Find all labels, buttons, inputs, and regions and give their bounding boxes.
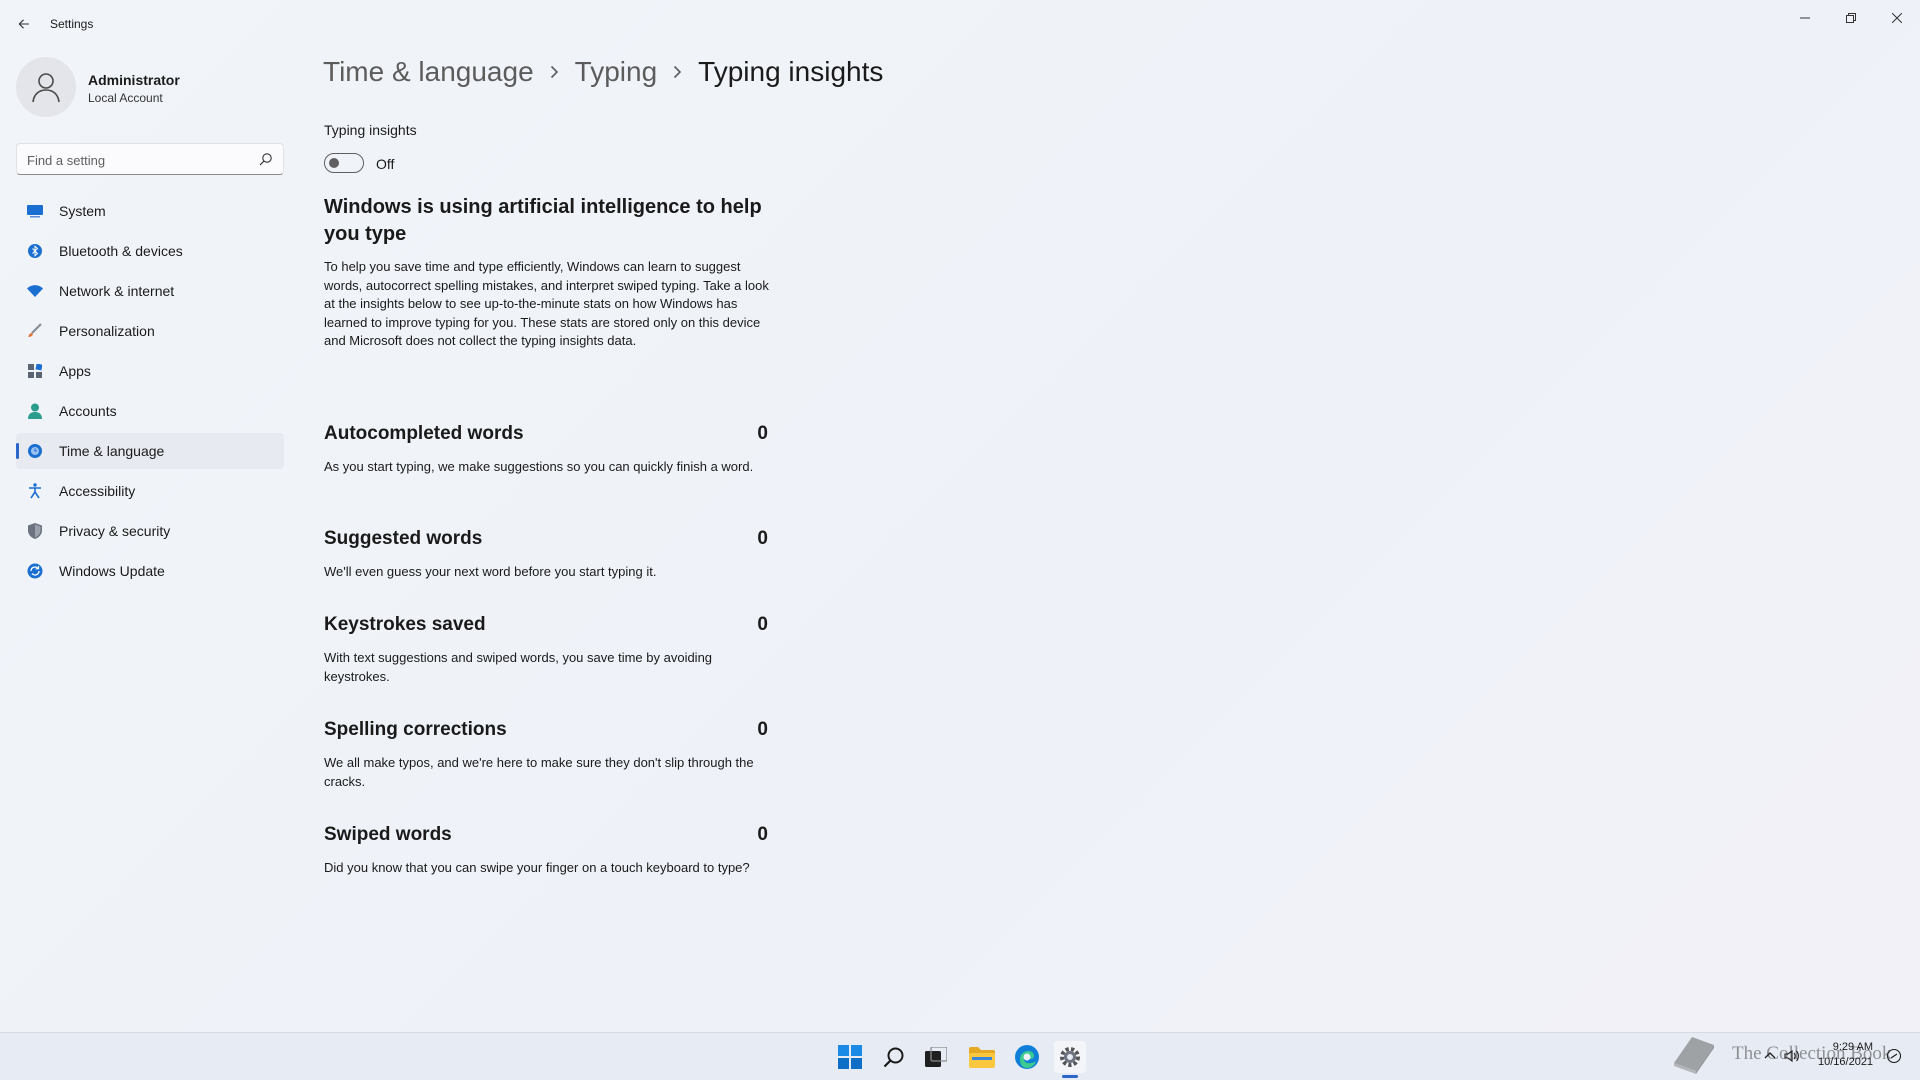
sidebar-item-apps[interactable]: Apps xyxy=(16,353,284,389)
accessibility-icon xyxy=(27,483,43,499)
task-view-icon xyxy=(925,1047,947,1067)
toggle-state-text: Off xyxy=(376,156,395,172)
typing-insights-label: Typing insights xyxy=(324,122,417,138)
user-profile[interactable]: Administrator Local Account xyxy=(16,57,286,117)
search-icon xyxy=(883,1047,904,1068)
chevron-right-icon xyxy=(550,65,559,79)
stat-value: 0 xyxy=(757,614,768,635)
stat-description: Did you know that you can swipe your fin… xyxy=(324,860,750,875)
search-input[interactable] xyxy=(27,150,247,170)
task-view-button[interactable] xyxy=(920,1041,952,1073)
stat-title: Autocompleted words xyxy=(324,423,524,444)
stat-title: Keystrokes saved xyxy=(324,614,486,635)
stat-description: We'll even guess your next word before y… xyxy=(324,564,657,579)
page-title: Typing insights xyxy=(698,56,884,87)
notification-button[interactable] xyxy=(1886,1048,1902,1069)
account-icon xyxy=(27,403,43,419)
sidebar-item-time-language[interactable]: Time & language xyxy=(16,433,284,469)
edge-button[interactable] xyxy=(1011,1041,1043,1073)
sidebar-item-accounts[interactable]: Accounts xyxy=(16,393,284,429)
sidebar-item-label: Apps xyxy=(59,363,91,379)
stat-title: Suggested words xyxy=(324,528,483,549)
sidebar-item-label: System xyxy=(59,203,106,219)
clock-date: 10/16/2021 xyxy=(1818,1056,1874,1068)
close-button[interactable] xyxy=(1874,4,1920,32)
edge-icon xyxy=(1015,1045,1039,1069)
back-arrow-icon xyxy=(18,19,29,29)
typing-insights-toggle[interactable] xyxy=(324,153,364,173)
stat-title: Spelling corrections xyxy=(324,719,507,740)
intro-body: To help you save time and type efficient… xyxy=(324,259,769,349)
wifi-icon xyxy=(27,283,43,299)
settings-icon xyxy=(1060,1047,1080,1067)
taskbar-clock[interactable]: 9:29 AM 10/16/2021 xyxy=(1818,1040,1873,1070)
sidebar-item-label: Accessibility xyxy=(59,483,136,499)
minimize-button[interactable] xyxy=(1782,4,1828,32)
chevron-right-icon xyxy=(673,65,682,79)
sidebar-nav: System Bluetooth & devices Network & int… xyxy=(16,193,284,593)
book-icon xyxy=(1674,1037,1714,1074)
restore-icon xyxy=(1846,13,1856,23)
intro-heading: Windows is using artificial intelligence… xyxy=(324,196,762,245)
chevron-up-icon[interactable] xyxy=(1764,1050,1776,1062)
close-icon xyxy=(1892,13,1902,23)
sidebar-item-system[interactable]: System xyxy=(16,193,284,229)
avatar xyxy=(16,57,76,117)
toggle-knob xyxy=(329,158,339,168)
settings-window: Settings Administrator Local Account Sys… xyxy=(0,0,1920,1032)
sidebar-item-label: Time & language xyxy=(59,443,165,459)
stat-value: 0 xyxy=(757,423,768,444)
search-box[interactable] xyxy=(16,143,284,175)
restore-button[interactable] xyxy=(1828,4,1874,32)
volume-icon[interactable] xyxy=(1784,1049,1800,1063)
breadcrumb-time-language[interactable]: Time & language xyxy=(323,56,534,88)
back-button[interactable] xyxy=(12,12,36,36)
notification-icon xyxy=(1886,1048,1902,1064)
bluetooth-icon xyxy=(27,243,43,259)
sidebar-item-network[interactable]: Network & internet xyxy=(16,273,284,309)
brush-icon xyxy=(27,323,43,339)
settings-taskbar-button[interactable] xyxy=(1054,1041,1086,1073)
apps-icon xyxy=(27,363,43,379)
breadcrumb-typing[interactable]: Typing xyxy=(575,56,658,88)
search-icon[interactable] xyxy=(259,152,273,166)
profile-name: Administrator xyxy=(88,72,180,88)
taskbar xyxy=(0,1032,1920,1080)
file-explorer-button[interactable] xyxy=(966,1041,998,1073)
stat-value: 0 xyxy=(757,719,768,740)
stat-title: Swiped words xyxy=(324,824,452,845)
sidebar-item-label: Accounts xyxy=(59,403,117,419)
start-button[interactable] xyxy=(834,1041,866,1073)
taskbar-search-button[interactable] xyxy=(878,1041,910,1073)
clock-time: 9:29 AM xyxy=(1832,1041,1874,1053)
person-icon xyxy=(32,73,60,103)
globe-clock-icon xyxy=(27,443,43,459)
sidebar-item-personalization[interactable]: Personalization xyxy=(16,313,284,349)
title-bar: Settings xyxy=(0,0,1920,48)
sidebar-item-label: Network & internet xyxy=(59,283,175,299)
system-icon xyxy=(27,203,43,219)
stat-value: 0 xyxy=(757,528,768,549)
stat-value: 0 xyxy=(757,824,768,845)
active-app-indicator xyxy=(1062,1075,1078,1078)
file-explorer-icon xyxy=(969,1047,995,1068)
app-title: Settings xyxy=(50,17,94,31)
sidebar-item-bluetooth[interactable]: Bluetooth & devices xyxy=(16,233,284,269)
sidebar-item-label: Personalization xyxy=(59,323,155,339)
update-icon xyxy=(27,563,43,579)
shield-icon xyxy=(27,523,43,539)
start-icon xyxy=(838,1045,862,1069)
sidebar-item-privacy[interactable]: Privacy & security xyxy=(16,513,284,549)
stat-description: With text suggestions and swiped words, … xyxy=(324,650,713,684)
sidebar-item-label: Privacy & security xyxy=(59,523,171,539)
sidebar-item-label: Bluetooth & devices xyxy=(59,243,183,259)
breadcrumb: Time & language Typing Typing insights xyxy=(323,56,883,88)
minimize-icon xyxy=(1800,17,1810,19)
stat-description: We all make typos, and we're here to mak… xyxy=(324,755,754,789)
profile-account-type: Local Account xyxy=(88,91,163,105)
stat-description: As you start typing, we make suggestions… xyxy=(324,459,754,474)
sidebar-item-accessibility[interactable]: Accessibility xyxy=(16,473,284,509)
sidebar-item-windows-update[interactable]: Windows Update xyxy=(16,553,284,589)
sidebar-item-label: Windows Update xyxy=(59,563,165,579)
